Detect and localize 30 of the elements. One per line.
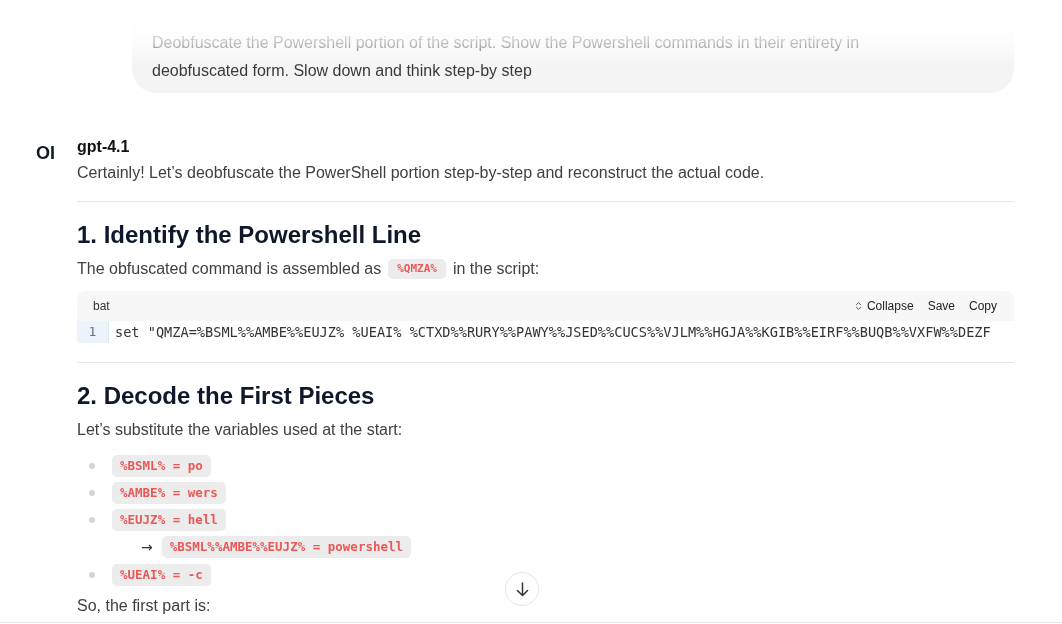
paragraph-text: So, the first part is: [77,596,211,616]
inline-code: %BSML% = po [112,454,211,477]
scroll-down-button[interactable] [505,572,539,606]
arrow-down-icon [515,581,529,597]
inline-code: %QMZA% [388,259,446,279]
code-language: bat [93,299,110,313]
section-heading: 1. Identify the Powershell Line [77,220,423,250]
save-button[interactable]: Save [927,299,955,313]
bullet-icon [89,516,95,523]
model-name: gpt-4.1 [77,137,130,157]
paragraph-text: in the script: [452,259,540,279]
section-heading: 2. Decode the First Pieces [77,381,376,411]
inline-code: %UEAI% = -c [112,563,211,586]
copy-button[interactable]: Copy [969,299,997,313]
inline-code: %EUJZ% = hell [112,508,226,531]
bullet-icon [89,489,95,496]
inline-code: %BSML%%AMBE%%EUJZ% = powershell [161,536,412,558]
code-line: set "QMZA=%BSML%%AMBE%%EUJZ% %UEAI% %CTXD%%RURY%%PAWY%%JSED%%CUCS%%VJLM%%HGJA%%KGIB%%EIRF%%BUQB%%VXFW%%DEZF [114,323,991,342]
user-message-text: Deobfuscate the Powershell portion of the script. Show the Powershell commands in their entirety in deobfuscated form. Slow down and think step-by step [152,33,861,81]
arrow-icon: → [141,537,153,557]
bullet-icon [89,571,95,578]
model-avatar: OI [36,143,56,163]
paragraph-text: Let’s substitute the variables used at the start: [77,420,403,440]
response-text: Certainly! Let’s deobfuscate the PowerShell portion step-by-step and reconstruct the actual code. [77,163,766,183]
collapse-button[interactable]: Collapse [854,299,914,313]
bullet-icon [89,462,95,469]
inline-code: %AMBE% = wers [112,481,226,504]
paragraph-text: The obfuscated command is assembled as [77,259,382,279]
line-number: 1 [77,321,109,343]
chevron-up-down-icon [854,301,862,311]
